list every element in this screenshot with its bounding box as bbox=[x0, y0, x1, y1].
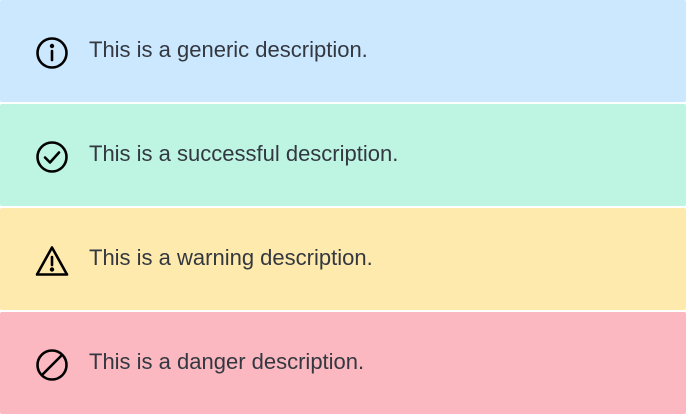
prohibited-icon bbox=[34, 347, 70, 383]
alert-success: This is a successful description. bbox=[0, 104, 686, 206]
alert-message: This is a successful description. bbox=[89, 141, 399, 166]
check-circle-icon bbox=[34, 139, 70, 175]
alert-warning: This is a warning description. bbox=[0, 208, 686, 310]
alert-danger: This is a danger description. bbox=[0, 312, 686, 414]
warning-triangle-icon bbox=[34, 243, 70, 279]
alert-message: This is a danger description. bbox=[89, 349, 365, 374]
alert-message: This is a generic description. bbox=[89, 37, 368, 62]
alert-info: This is a generic description. bbox=[0, 0, 686, 102]
alert-message: This is a warning description. bbox=[89, 245, 373, 270]
info-circle-icon bbox=[34, 35, 70, 71]
alert-stack: This is a generic description. This is a… bbox=[0, 0, 686, 416]
